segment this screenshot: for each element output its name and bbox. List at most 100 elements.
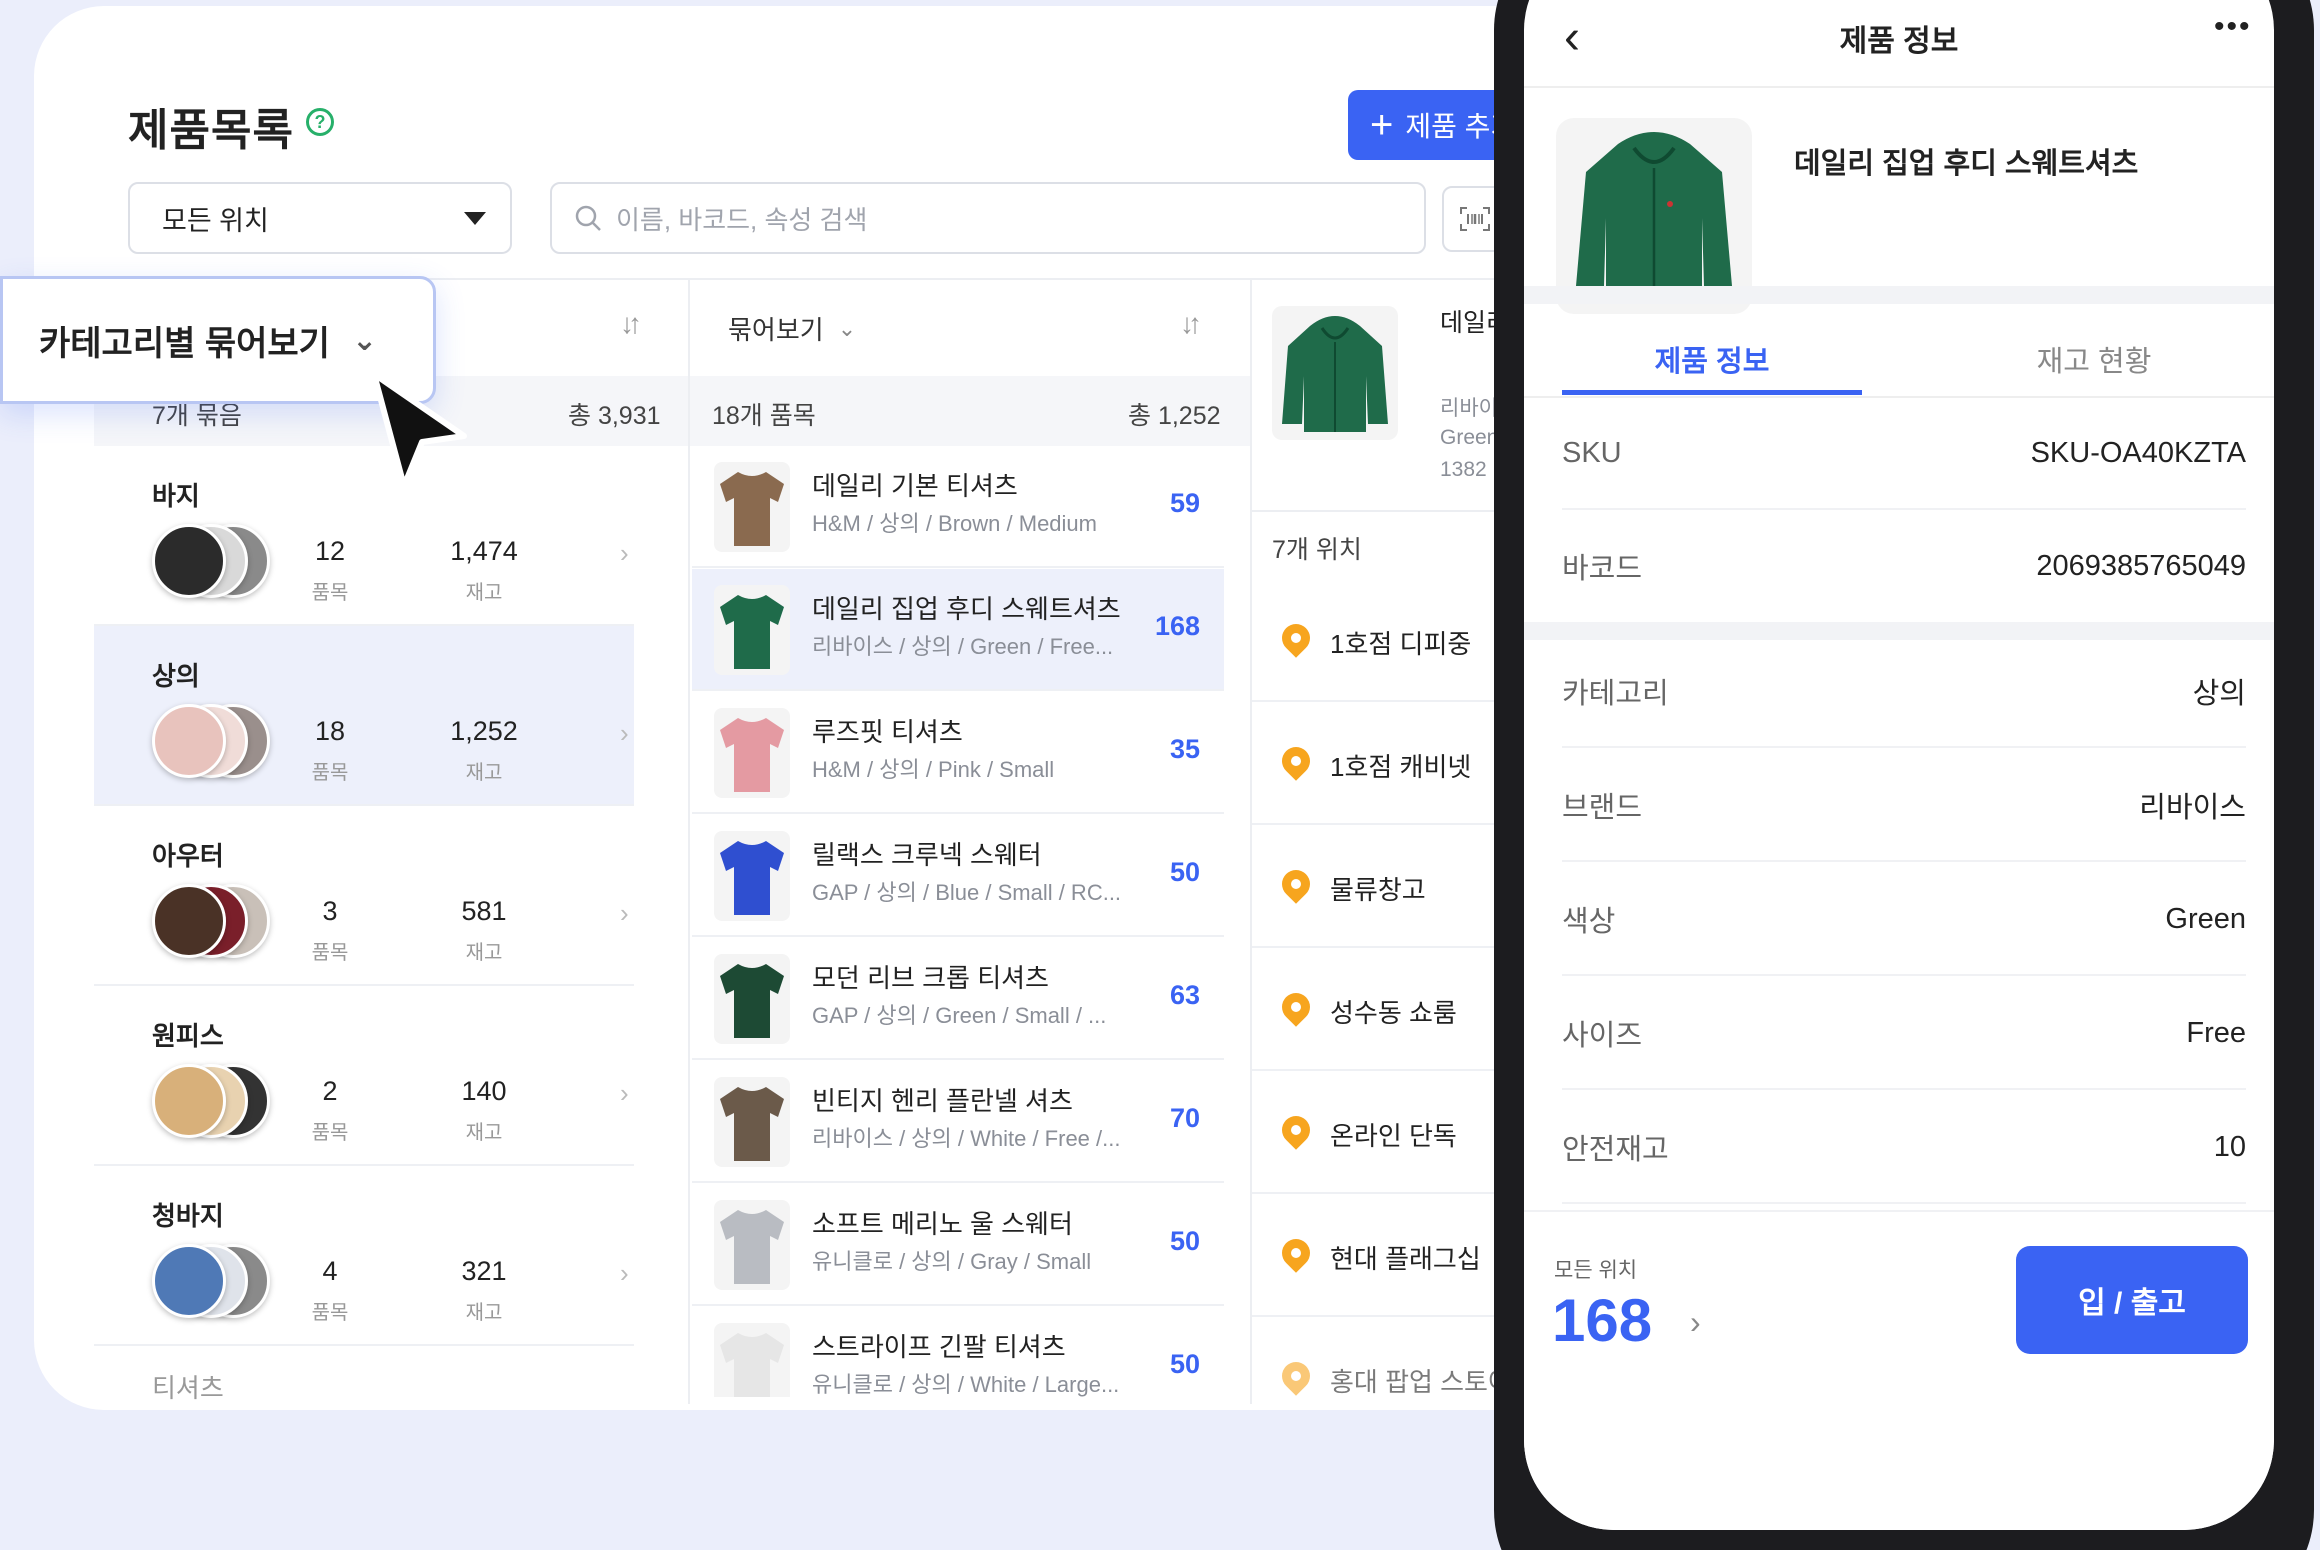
category-item-unit: 품목 xyxy=(311,582,349,604)
tab-product-info[interactable]: 제품 정보 xyxy=(1562,338,1862,380)
location-name: 1호점 캐비넷 xyxy=(1330,752,1472,782)
category-stock-count: 581 xyxy=(461,896,507,926)
product-qty: 70 xyxy=(1169,1103,1200,1133)
location-count: 7개 위치 xyxy=(1272,536,1362,564)
category-item-count: 4 xyxy=(322,1256,338,1286)
footer-qty[interactable]: 168 xyxy=(1552,1286,1652,1355)
garment-icon xyxy=(720,718,784,792)
field-value: Free xyxy=(2186,1016,2246,1049)
category-stock-count: 321 xyxy=(461,1256,507,1286)
product-name: 소프트 메리노 울 스웨터 xyxy=(812,1209,1073,1239)
plus-icon: + xyxy=(1370,103,1394,147)
search-placeholder: 이름, 바코드, 속성 검색 xyxy=(616,204,868,235)
category-stock-unit: 재고 xyxy=(465,1302,503,1324)
hoodie-icon xyxy=(1282,316,1388,432)
caret-down-icon xyxy=(464,211,486,225)
location-select[interactable]: 모든 위치 xyxy=(128,182,512,254)
product-row[interactable]: 모던 리브 크롭 티셔츠 GAP / 상의 / Green / Small / .… xyxy=(692,938,1224,1060)
product-attributes: H&M / 상의 / Brown / Medium xyxy=(812,511,1097,536)
field-value: 상의 xyxy=(2192,678,2246,710)
product-qty: 63 xyxy=(1169,980,1200,1010)
location-pin-icon xyxy=(1276,741,1316,781)
chevron-right-icon: › xyxy=(620,718,629,748)
product-row[interactable]: 루즈핏 티셔츠 H&M / 상의 / Pink / Small 35 xyxy=(692,692,1224,814)
category-stock-unit: 재고 xyxy=(465,1122,503,1144)
location-name: 성수동 쇼룸 xyxy=(1330,998,1457,1028)
sort-icon[interactable]: ↓↑ xyxy=(620,308,642,340)
field-key: 카테고리 xyxy=(1562,678,1669,710)
product-total: 총 1,252 xyxy=(1128,402,1221,430)
garment-icon xyxy=(720,1210,784,1284)
more-icon[interactable]: ••• xyxy=(2214,10,2252,44)
product-row[interactable]: 릴랙스 크루넥 스웨터 GAP / 상의 / Blue / Small / RC.… xyxy=(692,815,1224,937)
chevron-down-icon: ⌄ xyxy=(837,315,857,341)
product-group-label: 묶어보기 xyxy=(728,315,824,345)
category-row[interactable]: 티셔츠 xyxy=(94,1346,634,1416)
product-thumbnail xyxy=(714,708,790,798)
product-qty: 59 xyxy=(1169,488,1200,518)
product-attributes: 유니클로 / 상의 / Gray / Small xyxy=(812,1249,1092,1274)
garment-icon xyxy=(720,472,784,546)
location-name: 현대 플래그십 xyxy=(1330,1244,1481,1274)
category-item-count: 12 xyxy=(314,536,346,566)
product-name: 스트라이프 긴팔 티셔츠 xyxy=(812,1332,1066,1362)
chevron-right-icon[interactable]: › xyxy=(1690,1304,1701,1341)
mobile-product-name: 데일리 집업 후디 스웨트셔츠 xyxy=(1794,148,2139,180)
location-product-code: 1382 xyxy=(1440,458,1487,481)
mobile-header-title: 제품 정보 xyxy=(1839,25,1959,58)
category-thumbnails xyxy=(152,1244,272,1320)
product-row[interactable]: 빈티지 헨리 플란넬 셔츠 리바이스 / 상의 / White / Free /.… xyxy=(692,1061,1224,1183)
hoodie-icon xyxy=(1576,132,1732,300)
category-row[interactable]: 상의 18 품목 1,252 재고 › xyxy=(94,626,634,806)
category-row[interactable]: 아우터 3 품목 581 재고 › xyxy=(94,806,634,986)
tab-stock-status[interactable]: 재고 현황 xyxy=(1944,338,2244,380)
help-icon[interactable]: ? xyxy=(306,108,334,136)
field-key: 바코드 xyxy=(1562,553,1643,585)
thumbnail-circle xyxy=(152,884,226,958)
location-name: 물류창고 xyxy=(1330,875,1426,905)
product-attributes: GAP / 상의 / Green / Small / ... xyxy=(812,1003,1107,1028)
mobile-field-row: SKU SKU-OA40KZTA xyxy=(1562,398,2246,510)
mobile-footer: 모든 위치 168 › 입 / 출고 xyxy=(1524,1210,2274,1530)
category-name: 티셔츠 xyxy=(152,1373,224,1403)
product-row[interactable]: 소프트 메리노 울 스웨터유니클로 / 상의 / Gray / Small 50 xyxy=(692,1184,1224,1306)
category-stock-count: 1,474 xyxy=(450,536,518,566)
product-thumbnail xyxy=(714,1200,790,1290)
location-pin-icon xyxy=(1276,618,1316,658)
inbound-outbound-button[interactable]: 입 / 출고 xyxy=(2016,1246,2248,1354)
location-select-value: 모든 위치 xyxy=(162,205,269,236)
category-item-unit: 품목 xyxy=(311,942,349,964)
product-group-toggle[interactable]: 묶어보기 ⌄ xyxy=(728,310,856,347)
mobile-field-row: 색상 Green xyxy=(1562,864,2246,976)
product-name: 데일리 집업 후디 스웨트셔츠 xyxy=(812,594,1121,624)
field-key: 안전재고 xyxy=(1562,1134,1669,1166)
product-attributes: 리바이스 / 상의 / Green / Free... xyxy=(812,634,1114,659)
category-row[interactable]: 원피스 2 품목 140 재고 › xyxy=(94,986,634,1166)
product-qty: 168 xyxy=(1154,611,1200,641)
sort-icon[interactable]: ↓↑ xyxy=(1180,308,1202,340)
mobile-section-gap xyxy=(1524,286,2274,304)
product-qty: 50 xyxy=(1169,1226,1200,1256)
search-input[interactable]: 이름, 바코드, 속성 검색 xyxy=(550,182,1426,254)
category-row[interactable]: 청바지 4 품목 321 재고 › xyxy=(94,1166,634,1346)
product-row[interactable]: 데일리 기본 티셔츠 H&M / 상의 / Brown / Medium 59 xyxy=(692,446,1224,568)
category-name: 청바지 xyxy=(152,1201,224,1231)
category-stock-unit: 재고 xyxy=(465,582,503,604)
chevron-down-icon: ⌄ xyxy=(351,323,378,357)
mobile-field-row: 바코드 2069385765049 xyxy=(1562,510,2246,622)
chevron-right-icon: › xyxy=(620,898,629,928)
product-thumbnail xyxy=(714,462,790,552)
product-row[interactable]: 스트라이프 긴팔 티셔츠 유니클로 / 상의 / White / Large...… xyxy=(692,1307,1224,1397)
category-thumbnails xyxy=(152,1064,272,1140)
mobile-screen: ‹ 제품 정보 ••• 데일리 집업 후디 스웨트셔츠 제품 정보 재고 현황 … xyxy=(1524,0,2274,1530)
product-thumbnail xyxy=(714,585,790,675)
product-qty: 50 xyxy=(1169,857,1200,887)
category-stock-unit: 재고 xyxy=(465,762,503,784)
location-product-name: 데일리 집업 후디 스웨트셔츠 xyxy=(1440,309,1500,337)
product-row[interactable]: 데일리 집업 후디 스웨트셔츠리바이스 / 상의 / Green / Free.… xyxy=(692,569,1224,691)
garment-icon xyxy=(720,964,784,1038)
field-key: 사이즈 xyxy=(1562,1020,1643,1052)
category-stock-count: 1,252 xyxy=(450,716,518,746)
category-name: 원피스 xyxy=(152,1021,224,1051)
category-item-unit: 품목 xyxy=(311,1122,349,1144)
